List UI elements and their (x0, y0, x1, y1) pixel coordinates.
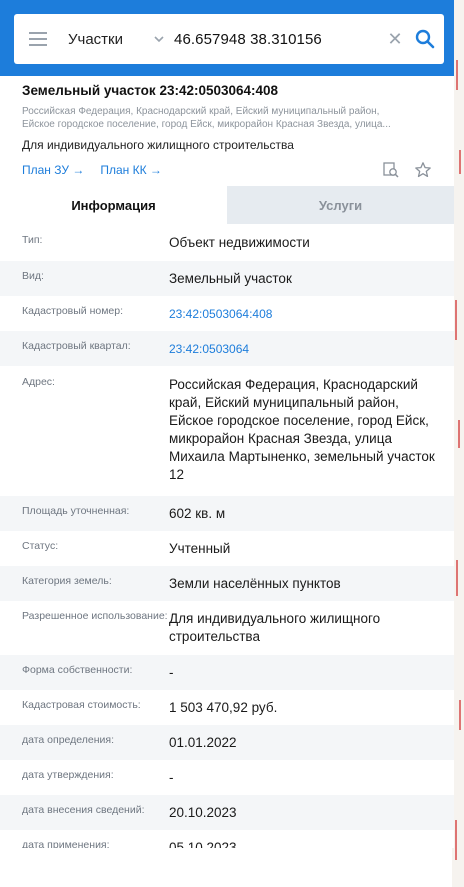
row-value: Объект недвижимости (169, 235, 310, 250)
star-icon[interactable] (414, 161, 432, 179)
row-label: дата применения: (22, 839, 110, 848)
row-label: дата утверждения: (22, 769, 114, 781)
row-value: 20.10.2023 (169, 805, 237, 820)
tab-bar: Информация Услуги (0, 186, 454, 224)
row-label: дата внесения сведений: (22, 804, 145, 816)
row-value: Для индивидуального жилищного строительс… (169, 611, 381, 644)
layer-select-label: Участки (68, 30, 123, 48)
row-label: Статус: (22, 540, 59, 552)
info-table: Тип: Объект недвижимости Вид: Земельный … (0, 224, 454, 848)
search-bar: Участки 46.657948 38.310156 ✕ (0, 0, 454, 76)
row-date-entered: дата внесения сведений: 20.10.2023 (0, 795, 454, 830)
row-address: Адрес: Российская Федерация, Краснодарск… (0, 366, 454, 496)
row-value: Учтенный (169, 541, 231, 556)
clear-icon[interactable]: ✕ (384, 14, 406, 64)
row-type: Тип: Объект недвижимости (0, 224, 454, 261)
row-label: Кадастровый квартал: (22, 340, 131, 352)
row-label: Форма собственности: (22, 664, 133, 676)
object-info-panel: Участки 46.657948 38.310156 ✕ Земельный … (0, 0, 454, 848)
row-status: Статус: Учтенный (0, 531, 454, 566)
row-permitted-use: Разрешенное использование: Для индивидуа… (0, 601, 454, 655)
row-label: Вид: (22, 270, 44, 282)
menu-icon[interactable] (14, 14, 62, 64)
plan-zu-link[interactable]: План ЗУ → (22, 163, 84, 177)
cadastral-number-link[interactable]: 23:42:0503064:408 (169, 305, 438, 331)
row-cadastral-quarter: Кадастровый квартал: 23:42:0503064 (0, 331, 454, 366)
search-icon (415, 29, 435, 49)
object-address-line-2: Ейское городское поселение, город Ейск, … (22, 118, 391, 130)
search-input[interactable]: 46.657948 38.310156 (168, 31, 384, 48)
plan-kk-link[interactable]: План КК → (100, 163, 162, 177)
row-value: - (169, 665, 174, 680)
chevron-down-icon (154, 36, 164, 43)
row-date-determined: дата определения: 01.01.2022 (0, 725, 454, 760)
row-date-approved: дата утверждения: - (0, 760, 454, 795)
row-label: Адрес: (22, 376, 55, 388)
row-label: Тип: (22, 234, 43, 246)
row-kind: Вид: Земельный участок (0, 261, 454, 296)
row-value: Земельный участок (169, 271, 292, 286)
row-value: 1 503 470,92 руб. (169, 700, 278, 715)
row-ownership: Форма собственности: - (0, 655, 454, 690)
search-button[interactable] (406, 14, 444, 64)
cadastral-quarter-link[interactable]: 23:42:0503064 (169, 340, 438, 366)
row-value: Российская Федерация, Краснодарский край… (169, 377, 435, 482)
row-value: 05.10.2023 (169, 840, 237, 848)
row-label: Разрешенное использование: (22, 610, 168, 622)
row-area: Площадь уточненная: 602 кв. м (0, 496, 454, 531)
tab-services[interactable]: Услуги (227, 186, 454, 224)
object-actions (382, 161, 432, 179)
row-land-category: Категория земель: Земли населённых пункт… (0, 566, 454, 601)
row-value: Земли населённых пунктов (169, 576, 341, 591)
row-label: Категория земель: (22, 575, 112, 587)
object-links: План ЗУ → План КК → (22, 161, 432, 179)
row-value: 602 кв. м (169, 506, 226, 521)
search-box: Участки 46.657948 38.310156 ✕ (14, 14, 444, 64)
row-label: Кадастровый номер: (22, 305, 124, 317)
tab-information[interactable]: Информация (0, 186, 227, 224)
row-date-applied: дата применения: 05.10.2023 (0, 830, 454, 848)
inspect-icon[interactable] (382, 161, 400, 179)
row-cadastral-value: Кадастровая стоимость: 1 503 470,92 руб. (0, 690, 454, 725)
object-header: Земельный участок 23:42:0503064:408 Росс… (0, 76, 454, 186)
object-title: Земельный участок 23:42:0503064:408 (22, 83, 279, 98)
object-purpose: Для индивидуального жилищного строительс… (22, 138, 294, 152)
row-value: 01.01.2022 (169, 735, 237, 750)
row-label: Кадастровая стоимость: (22, 699, 141, 711)
object-address-line-1: Российская Федерация, Краснодарский край… (22, 106, 380, 117)
row-label: Площадь уточненная: (22, 505, 130, 517)
row-cadastral-number: Кадастровый номер: 23:42:0503064:408 (0, 296, 454, 331)
row-value: - (169, 770, 174, 785)
row-label: дата определения: (22, 734, 115, 746)
layer-select[interactable]: Участки (62, 14, 168, 64)
